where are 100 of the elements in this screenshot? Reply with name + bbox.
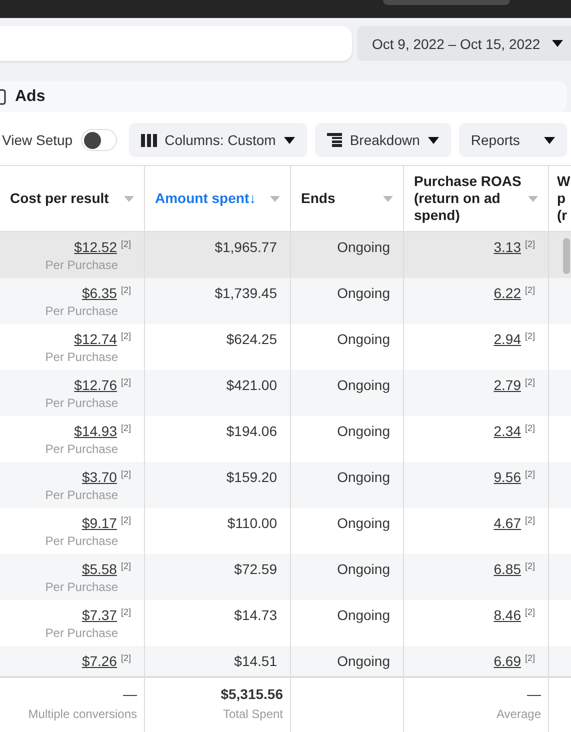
summary-caption: Average [496,707,541,721]
ad-icon [0,88,6,104]
table-cell: $194.06 [226,423,277,439]
table-cell: $72.59 [234,561,277,577]
table-cell: Ongoing [337,377,390,393]
cost-link[interactable]: $7.37 [82,607,117,623]
roas-link[interactable]: 8.46 [494,607,521,623]
caret-icon [544,136,555,144]
summary-value: — [123,686,137,702]
cost-link[interactable]: $12.76 [74,377,117,393]
columns-icon [140,134,157,146]
table-cell: $421.00 [226,377,277,393]
cost-link[interactable]: $6.35 [82,285,117,301]
roas-link[interactable]: 2.79 [494,377,521,393]
cost-link[interactable]: $14.93 [74,423,117,439]
footnote-mark: [2] [120,561,131,571]
footnote-mark: [2] [524,515,535,525]
sort-menu-icon[interactable] [528,196,538,202]
cost-link[interactable]: $9.17 [82,515,117,531]
column-header-text: W [557,173,571,190]
table-cell: $159.20 [226,469,277,485]
view-setup-toggle[interactable] [80,129,117,151]
table-row[interactable]: $6.35 [2] Per Purchase $1,739.45 Ongoing 6.22 [2] [0,278,571,324]
roas-link[interactable]: 4.67 [494,515,521,531]
caret-icon [552,40,563,47]
caret-icon [428,136,439,144]
cost-link[interactable]: $3.70 [82,469,117,485]
summary-caption: Total Spent [222,707,283,721]
footnote-mark: [2] [120,239,131,249]
table-row[interactable]: $12.76 [2] Per Purchase $421.00 Ongoing 2.79 [2] [0,370,571,416]
table-cell: $1,965.77 [214,239,277,255]
footnote-mark: [2] [524,377,535,387]
summary-value: $5,315.56 [220,686,283,702]
roas-link[interactable]: 9.56 [494,469,521,485]
result-type: Per Purchase [45,580,118,594]
search-field[interactable] [0,26,352,61]
result-type: Per Purchase [45,534,118,548]
column-header-text: (r [557,207,568,224]
footnote-mark: [2] [120,331,131,341]
table-cell: $14.73 [234,607,277,623]
table-cell: Ongoing [337,469,390,485]
result-type: Per Purchase [45,258,118,272]
roas-link[interactable]: 2.94 [494,331,521,347]
footnote-mark: [2] [120,653,131,663]
result-type: Per Purchase [45,442,118,456]
summary-value: — [527,686,541,702]
result-type: Per Purchase [45,488,118,502]
table-row[interactable]: $12.52 [2] Per Purchase $1,965.77 Ongoing 3.13 [2] [0,232,571,278]
sort-menu-icon[interactable] [383,196,393,202]
date-range-button[interactable]: Oct 9, 2022 – Oct 15, 2022 [357,26,571,61]
roas-link[interactable]: 3.13 [494,239,521,255]
footnote-mark: [2] [524,653,535,663]
cost-link[interactable]: $7.26 [82,653,117,669]
result-type: Per Purchase [45,396,118,410]
roas-link[interactable]: 2.34 [494,423,521,439]
table-cell: $14.51 [234,653,277,669]
footnote-mark: [2] [120,607,131,617]
roas-link[interactable]: 6.85 [494,561,521,577]
sort-menu-icon[interactable] [124,196,134,202]
sort-menu-icon[interactable] [270,196,280,202]
table-cell: Ongoing [337,515,390,531]
window-tab[interactable] [383,0,510,5]
column-header-text: p [557,190,567,207]
columns-button[interactable]: Columns: Custom [128,123,307,157]
result-type: Per Purchase [45,350,118,364]
table-cell: Ongoing [337,331,390,347]
footnote-mark: [2] [120,469,131,479]
footnote-mark: [2] [524,469,535,479]
roas-link[interactable]: 6.22 [494,285,521,301]
table-row[interactable]: $5.58 [2] Per Purchase $72.59 Ongoing 6.85 [2] [0,554,571,600]
reports-button[interactable]: Reports [458,123,567,157]
table-cell: Ongoing [337,607,390,623]
cost-link[interactable]: $12.52 [74,239,117,255]
result-type: Per Purchase [45,626,118,640]
section-title: Ads [15,88,46,106]
table-cell: Ongoing [337,561,390,577]
table-cell: Ongoing [337,285,390,301]
footnote-mark: [2] [524,423,535,433]
table-row[interactable]: $3.70 [2] Per Purchase $159.20 Ongoing 9.56 [2] [0,462,571,508]
scrollbar-thumb[interactable] [563,238,570,274]
footnote-mark: [2] [120,423,131,433]
footnote-mark: [2] [120,377,131,387]
cost-link[interactable]: $5.58 [82,561,117,577]
cost-link[interactable]: $12.74 [74,331,117,347]
result-type: Per Purchase [45,304,118,318]
table-cell: $624.25 [226,331,277,347]
table-cell: Ongoing [337,423,390,439]
table-row[interactable]: $7.26 [2] $14.51 Ongoing 6.69 [2] [0,646,571,676]
caret-icon [284,136,295,144]
breakdown-button[interactable]: Breakdown [314,123,451,157]
summary-caption: Multiple conversions [28,707,137,721]
roas-link[interactable]: 6.69 [494,653,521,669]
footnote-mark: [2] [524,239,535,249]
table-cell: Ongoing [337,239,390,255]
footnote-mark: [2] [524,607,535,617]
breakdown-icon [326,133,342,147]
table-cell: $110.00 [227,515,277,531]
table-cell: $1,739.45 [214,285,277,301]
view-setup-label: View Setup [2,132,73,148]
footnote-mark: [2] [120,515,131,525]
